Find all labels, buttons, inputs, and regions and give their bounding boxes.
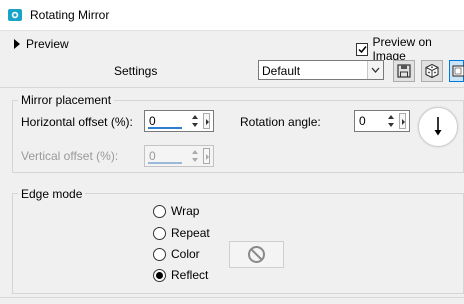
settings-label: Settings [114,64,158,78]
color-label: Color [171,247,200,261]
vertical-offset-value: 0 [149,149,156,163]
header-divider [0,87,464,88]
chevron-down-icon[interactable] [367,61,383,79]
vertical-offset-label: Vertical offset (%): [21,149,119,163]
edge-mode-wrap-option[interactable]: Wrap [153,204,199,218]
reset-button[interactable] [449,60,464,82]
save-preset-button[interactable] [393,60,415,82]
horizontal-offset-field[interactable]: 0 [144,110,214,132]
radio-button-selected[interactable] [153,268,166,282]
randomize-button[interactable] [421,60,443,82]
spin-arrows-icon[interactable] [191,148,200,164]
preview-on-image-label: Preview on Image [372,35,432,63]
preview-on-image-checkbox[interactable]: Preview on Image [356,35,464,63]
horizontal-offset-slider-bar [148,127,182,129]
checkbox-checked-icon[interactable] [356,42,369,56]
window-title: Rotating Mirror [30,8,110,22]
dial-pointer-icon [434,117,442,136]
edge-mode-repeat-option[interactable]: Repeat [153,226,210,240]
slider-popout-icon[interactable] [203,113,210,129]
app-icon [8,8,22,22]
reflect-label: Reflect [171,268,209,282]
preview-label: Preview [26,37,69,51]
wrap-label: Wrap [171,204,200,218]
rotation-angle-dial[interactable] [418,107,458,147]
rotation-angle-label: Rotation angle: [240,115,321,129]
preview-toggle[interactable]: Preview [14,36,69,52]
slider-popout-icon[interactable] [399,113,406,129]
randomize-icon [422,63,442,84]
horizontal-offset-label: Horizontal offset (%): [21,115,133,129]
radio-button[interactable] [153,204,166,218]
preset-value: Default [262,64,301,78]
save-preset-icon [394,64,414,84]
mirror-placement-title: Mirror placement [18,93,115,107]
spin-arrows-icon[interactable] [191,113,200,129]
slider-popout-icon[interactable] [203,148,210,164]
title-bar: Rotating Mirror [0,0,464,31]
expand-triangle-icon [14,39,20,49]
edge-color-swatch[interactable] [229,241,284,268]
vertical-offset-slider-bar [148,162,182,164]
rotation-angle-value: 0 [359,114,366,128]
vertical-offset-field[interactable]: 0 [144,145,214,167]
repeat-label: Repeat [171,226,210,240]
preset-dropdown[interactable]: Default [258,60,384,80]
rotation-angle-field[interactable]: 0 [354,110,410,132]
reset-icon [450,65,464,84]
horizontal-offset-value: 0 [149,114,156,128]
radio-button[interactable] [153,247,166,261]
footer-divider [0,297,464,298]
edge-mode-title: Edge mode [18,187,86,201]
radio-button[interactable] [153,226,166,240]
edge-mode-reflect-option[interactable]: Reflect [153,268,208,282]
edge-mode-color-option[interactable]: Color [153,247,200,261]
spin-arrows-icon[interactable] [387,113,396,129]
no-color-icon [248,246,265,263]
